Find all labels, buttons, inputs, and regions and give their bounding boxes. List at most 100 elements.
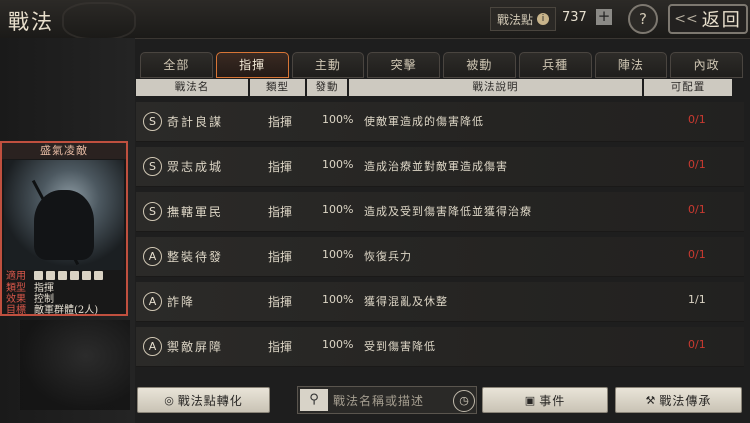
convert-points-button[interactable]: ◎ 戰法點轉化 bbox=[137, 387, 270, 413]
decorative-figure bbox=[20, 320, 130, 410]
rider-silhouette bbox=[34, 190, 94, 260]
tactic-description: 造成治療並對敵軍造成傷害 bbox=[364, 160, 508, 173]
event-icon: ▣ bbox=[524, 393, 537, 407]
tactic-points-label: 戰法點 i bbox=[490, 7, 557, 31]
cavalry-icon bbox=[34, 271, 43, 280]
tactic-type: 指揮 bbox=[268, 340, 293, 354]
help-button[interactable]: ? bbox=[628, 4, 658, 34]
tactic-description: 造成及受到傷害降低並獲得治療 bbox=[364, 205, 532, 218]
tactic-rate: 100% bbox=[322, 113, 354, 126]
tactic-type: 指揮 bbox=[268, 160, 293, 174]
tactic-type: 指揮 bbox=[268, 250, 293, 264]
table-row[interactable]: A 整裝待發 指揮 100% 恢復兵力 0/1 bbox=[136, 237, 744, 277]
tactic-card-title: 盛氣凌敵 bbox=[2, 143, 126, 159]
card-key: 適用 bbox=[6, 271, 26, 282]
tactic-rate: 100% bbox=[322, 293, 354, 306]
title-bar: 戰法 戰法點 i 737 + ? << 返回 bbox=[0, 0, 750, 40]
header-description: 戰法說明 bbox=[349, 79, 642, 96]
troop-type-icons bbox=[34, 271, 106, 283]
tactic-config: 0/1 bbox=[688, 248, 706, 261]
table-row[interactable]: S 撫轄軍民 指揮 100% 造成及受到傷害降低並獲得治療 0/1 bbox=[136, 192, 744, 232]
page-title: 戰法 bbox=[8, 10, 54, 34]
tactic-rate: 100% bbox=[322, 158, 354, 171]
tactic-name: 詐降 bbox=[167, 295, 196, 309]
header-type[interactable]: 類型 bbox=[250, 79, 305, 96]
tactic-rate: 100% bbox=[322, 203, 354, 216]
card-value: 指揮 bbox=[34, 283, 54, 294]
back-arrow-icon: << bbox=[674, 11, 698, 27]
tactic-points-text: 戰法點 bbox=[497, 12, 534, 27]
card-key: 類型 bbox=[6, 283, 26, 294]
table-row[interactable]: A 詐降 指揮 100% 獲得混亂及休整 1/1 bbox=[136, 282, 744, 322]
tactic-description: 受到傷害降低 bbox=[364, 340, 436, 353]
tactic-rate: 100% bbox=[322, 338, 354, 351]
siege-icon bbox=[94, 271, 103, 280]
tactic-config: 0/1 bbox=[688, 338, 706, 351]
card-value: 控制 bbox=[34, 294, 54, 305]
grade-badge: A bbox=[143, 337, 162, 356]
header-name[interactable]: 戰法名 bbox=[136, 79, 248, 96]
tactic-list: S 奇計良謀 指揮 100% 使敵軍造成的傷害降低 0/1 S 眾志成城 指揮 … bbox=[136, 102, 744, 372]
grade-badge: S bbox=[143, 202, 162, 221]
grade-badge: A bbox=[143, 247, 162, 266]
tab-passive[interactable]: 被動 bbox=[443, 52, 516, 78]
add-points-button[interactable]: + bbox=[596, 9, 612, 25]
tactic-name: 整裝待發 bbox=[167, 250, 224, 264]
coin-icon: i bbox=[537, 13, 550, 25]
tactic-card-info: 適用 類型 指揮 效果 控制 目標 敵軍群體(2人) bbox=[6, 271, 126, 316]
table-header: 戰法名 類型 發動 戰法說明 可配置 bbox=[136, 79, 742, 96]
bow-icon bbox=[58, 271, 67, 280]
card-value: 敵軍群體(2人) bbox=[34, 305, 99, 316]
swirl-ornament-icon bbox=[62, 2, 136, 40]
tactic-name: 奇計良謀 bbox=[167, 115, 224, 129]
card-row-applicable: 適用 bbox=[6, 271, 126, 283]
search-input[interactable] bbox=[331, 390, 453, 412]
tactic-description: 獲得混亂及休整 bbox=[364, 295, 448, 308]
grade-badge: S bbox=[143, 112, 162, 131]
tab-formation[interactable]: 陣法 bbox=[594, 52, 668, 78]
tactic-card-art bbox=[4, 160, 124, 270]
clock-icon[interactable]: ◷ bbox=[453, 390, 475, 412]
spear-icon bbox=[70, 271, 79, 280]
category-tabs: 全部 指揮 主動 突擊 被動 兵種 陣法 內政 bbox=[140, 52, 743, 78]
tactic-config: 0/1 bbox=[688, 158, 706, 171]
crossbow-icon bbox=[82, 271, 91, 280]
tab-active[interactable]: 主動 bbox=[291, 52, 365, 78]
tactic-config: 0/1 bbox=[688, 203, 706, 216]
tactic-type: 指揮 bbox=[268, 115, 293, 129]
tactic-config: 0/1 bbox=[688, 113, 706, 126]
tactic-type: 指揮 bbox=[268, 295, 293, 309]
shield-icon bbox=[46, 271, 55, 280]
hammer-icon: ⚒ bbox=[645, 393, 657, 407]
tab-internal[interactable]: 內政 bbox=[670, 52, 743, 78]
back-label: 返回 bbox=[701, 10, 742, 31]
event-button[interactable]: ▣ 事件 bbox=[482, 387, 608, 413]
tab-assault[interactable]: 突擊 bbox=[367, 52, 440, 78]
table-row[interactable]: S 奇計良謀 指揮 100% 使敵軍造成的傷害降低 0/1 bbox=[136, 102, 744, 142]
tactic-inherit-label: 戰法傳承 bbox=[659, 393, 712, 408]
tab-command[interactable]: 指揮 bbox=[215, 52, 289, 78]
tab-all[interactable]: 全部 bbox=[140, 52, 213, 78]
tactic-type: 指揮 bbox=[268, 205, 293, 219]
tactic-name: 禦敵屏障 bbox=[167, 340, 224, 354]
table-row[interactable]: S 眾志成城 指揮 100% 造成治療並對敵軍造成傷害 0/1 bbox=[136, 147, 744, 187]
table-row[interactable]: A 禦敵屏障 指揮 100% 受到傷害降低 0/1 bbox=[136, 327, 744, 367]
tactic-points-value: 737 bbox=[562, 10, 587, 25]
event-label: 事件 bbox=[539, 393, 566, 408]
tactic-description: 恢復兵力 bbox=[364, 250, 412, 263]
coin-icon: ◎ bbox=[164, 393, 175, 407]
tactic-card[interactable]: 盛氣凌敵 適用 類型 指揮 效果 控制 目標 敵軍群體(2人) bbox=[0, 141, 128, 316]
card-row-target: 目標 敵軍群體(2人) bbox=[6, 305, 126, 316]
grade-badge: A bbox=[143, 292, 162, 311]
header-configurable[interactable]: 可配置 bbox=[644, 79, 732, 96]
card-row-effect: 效果 控制 bbox=[6, 294, 126, 305]
tactic-inherit-button[interactable]: ⚒ 戰法傳承 bbox=[615, 387, 742, 413]
tactic-config: 1/1 bbox=[688, 293, 706, 306]
header-trigger[interactable]: 發動 bbox=[307, 79, 347, 96]
tactic-rate: 100% bbox=[322, 248, 354, 261]
card-row-type: 類型 指揮 bbox=[6, 283, 126, 294]
tactic-name: 眾志成城 bbox=[167, 160, 224, 174]
search-icon[interactable]: ⚲ bbox=[300, 389, 328, 411]
tab-troop[interactable]: 兵種 bbox=[518, 52, 592, 78]
back-button[interactable]: << 返回 bbox=[668, 4, 748, 34]
